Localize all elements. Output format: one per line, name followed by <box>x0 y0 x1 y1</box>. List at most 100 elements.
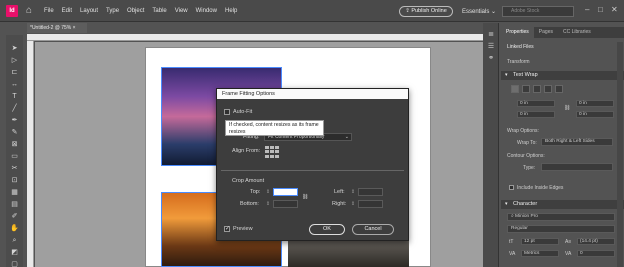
left-crop-input[interactable] <box>358 188 383 196</box>
auto-fit-checkbox[interactable] <box>224 109 230 115</box>
document-tab-label: *Untitled-2 @ 75% <box>30 25 72 31</box>
workspace-switcher[interactable]: Essentials ⌄ <box>462 8 496 15</box>
constrain-link-icon[interactable]: ⛓ <box>302 194 308 200</box>
wrap-right-offset-input[interactable]: 0 in <box>576 111 614 118</box>
include-inside-edges-checkbox[interactable] <box>509 185 514 190</box>
chevron-down-icon: ⌄ <box>344 134 349 140</box>
fill-stroke-icon[interactable]: ◩ <box>10 249 19 256</box>
main-menu: File Edit Layout Type Object Table View … <box>44 8 237 14</box>
font-style-select[interactable]: Regular <box>507 225 615 233</box>
pencil-tool-icon[interactable]: ✎ <box>10 129 19 136</box>
zoom-tool-icon[interactable]: ⌕ <box>10 237 19 244</box>
menu-file[interactable]: File <box>44 8 54 14</box>
tracking-input[interactable]: 0 <box>577 250 615 257</box>
ref-point[interactable] <box>270 150 274 154</box>
hand-tool-icon[interactable]: ✋ <box>10 225 19 232</box>
screen-mode-icon[interactable]: ▢ <box>10 261 19 267</box>
gap-tool-icon[interactable]: ↔ <box>10 81 19 88</box>
line-tool-icon[interactable]: ╱ <box>10 105 19 112</box>
layers-icon[interactable]: ≣ <box>487 31 495 39</box>
contour-type-select[interactable] <box>541 163 613 171</box>
ref-point[interactable] <box>275 154 279 158</box>
tab-properties[interactable]: Properties <box>501 27 534 38</box>
collapsed-panels-strip: ≣ ☰ ⚭ <box>483 23 499 267</box>
menu-object[interactable]: Object <box>127 8 144 14</box>
free-transform-tool-icon[interactable]: ⊡ <box>10 177 19 184</box>
close-icon[interactable]: ✕ <box>611 5 618 14</box>
workspace-label: Essentials <box>462 9 490 15</box>
text-wrap-header[interactable]: ▾ Text Wrap <box>501 71 624 80</box>
font-size-input[interactable]: 12 pt <box>521 238 559 245</box>
top-label: Top: <box>250 189 261 195</box>
bottom-crop-input[interactable] <box>273 200 298 208</box>
rectangle-frame-tool-icon[interactable]: ⊠ <box>10 141 19 148</box>
font-family-select[interactable]: ⌕ Minion Pro <box>507 213 615 221</box>
menu-window[interactable]: Window <box>196 8 217 14</box>
menu-table[interactable]: Table <box>152 8 166 14</box>
stock-search-input[interactable]: Adobe Stock <box>502 6 574 17</box>
publish-online-button[interactable]: ⇪ Publish Online <box>399 6 453 17</box>
ref-point[interactable] <box>270 146 274 149</box>
bottom-stepper-icon[interactable]: ⇕ <box>265 200 271 208</box>
chevron-down-icon: ▾ <box>505 201 508 207</box>
left-stepper-icon[interactable]: ⇕ <box>350 188 356 196</box>
rectangle-tool-icon[interactable]: ▭ <box>10 153 19 160</box>
minimize-icon[interactable]: – <box>585 5 589 14</box>
gradient-tool-icon[interactable]: ▦ <box>10 189 19 196</box>
no-wrap-icon[interactable] <box>511 85 519 93</box>
top-stepper-icon[interactable]: ⇕ <box>265 188 271 196</box>
type-tool-icon[interactable]: T <box>10 93 19 100</box>
wrap-to-label: Wrap To: <box>517 140 537 146</box>
wrap-top-offset-input[interactable]: 0 in <box>517 100 555 107</box>
menu-edit[interactable]: Edit <box>62 8 72 14</box>
ref-point[interactable] <box>275 146 279 149</box>
right-crop-input[interactable] <box>358 200 383 208</box>
menu-help[interactable]: Help <box>225 8 237 14</box>
kerning-input[interactable]: Metrics <box>521 250 559 257</box>
ref-point[interactable] <box>270 154 274 158</box>
home-icon[interactable]: ⌂ <box>26 5 38 17</box>
preview-checkbox[interactable] <box>224 225 230 232</box>
ok-button[interactable]: OK <box>309 224 345 235</box>
cancel-button[interactable]: Cancel <box>352 224 394 235</box>
reference-point-grid[interactable] <box>265 146 279 158</box>
document-tab[interactable]: *Untitled-2 @ 75% × <box>27 23 87 33</box>
close-tab-icon[interactable]: × <box>73 25 76 31</box>
panel-scrollbar[interactable] <box>617 42 623 267</box>
wrap-left-offset-input[interactable]: 0 in <box>576 100 614 107</box>
tab-pages[interactable]: Pages <box>534 27 558 38</box>
right-stepper-icon[interactable]: ⇕ <box>350 200 356 208</box>
pen-tool-icon[interactable]: ✒ <box>10 117 19 124</box>
wrap-bounding-box-icon[interactable] <box>522 85 530 93</box>
character-header[interactable]: ▾ Character <box>501 200 624 209</box>
selection-tool-icon[interactable]: ➤ <box>10 45 19 52</box>
top-crop-input[interactable] <box>273 188 298 196</box>
stroke-icon[interactable]: ☰ <box>487 43 495 51</box>
eyedropper-tool-icon[interactable]: ✐ <box>10 213 19 220</box>
page-tool-icon[interactable]: ⊏ <box>10 69 19 76</box>
divider <box>221 170 404 171</box>
bottom-label: Bottom: <box>240 201 259 207</box>
menu-type[interactable]: Type <box>106 8 119 14</box>
menu-layout[interactable]: Layout <box>80 8 98 14</box>
ref-point[interactable] <box>265 150 269 154</box>
ref-point[interactable] <box>265 154 269 158</box>
linked-files-label: Linked Files <box>507 44 534 50</box>
menu-view[interactable]: View <box>175 8 188 14</box>
ref-point[interactable] <box>275 150 279 154</box>
ref-point[interactable] <box>265 146 269 149</box>
maximize-icon[interactable]: □ <box>598 5 603 14</box>
links-icon[interactable]: ⚭ <box>487 55 495 63</box>
wrap-to-select[interactable]: Both Right & Left Sides <box>541 138 613 146</box>
jump-object-icon[interactable] <box>544 85 552 93</box>
scissors-tool-icon[interactable]: ✂ <box>10 165 19 172</box>
leading-input[interactable]: (14.4 pt) <box>577 238 615 245</box>
note-tool-icon[interactable]: ▤ <box>10 201 19 208</box>
direct-selection-tool-icon[interactable]: ▷ <box>10 57 19 64</box>
link-offsets-icon[interactable]: ⛓ <box>564 105 570 111</box>
wrap-bottom-offset-input[interactable]: 0 in <box>517 111 555 118</box>
jump-next-column-icon[interactable] <box>555 85 563 93</box>
tab-cc-libraries[interactable]: CC Libraries <box>558 27 596 38</box>
wrap-object-shape-icon[interactable] <box>533 85 541 93</box>
tools-panel: ➤ ▷ ⊏ ↔ T ╱ ✒ ✎ ⊠ ▭ ✂ ⊡ ▦ ▤ ✐ ✋ ⌕ ◩ ▢ <box>6 35 23 267</box>
